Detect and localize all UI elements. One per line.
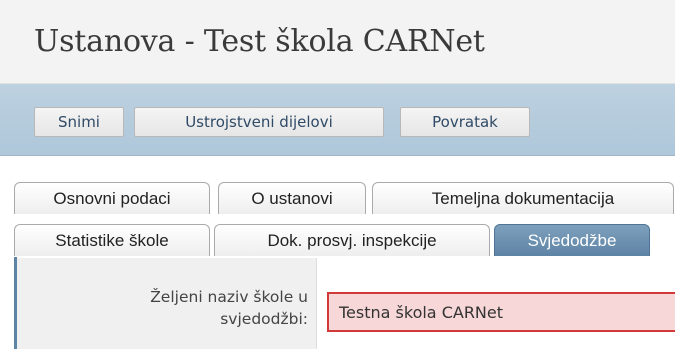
save-button[interactable]: Snimi bbox=[34, 107, 124, 137]
tab-basic-data[interactable]: Osnovni podaci bbox=[14, 182, 210, 214]
school-name-label: Željeni naziv škole u svjedodžbi: bbox=[150, 288, 308, 328]
back-button[interactable]: Povratak bbox=[400, 107, 530, 137]
page-header: Ustanova - Test škola CARNet bbox=[0, 0, 675, 84]
toolbar: Snimi Ustrojstveni dijelovi Povratak bbox=[0, 84, 675, 156]
tab-certificates[interactable]: Svjedodžbe bbox=[494, 224, 650, 256]
tab-inspection-docs[interactable]: Dok. prosvj. inspekcije bbox=[214, 224, 490, 256]
tab-school-statistics[interactable]: Statistike škole bbox=[14, 224, 210, 256]
page-title: Ustanova - Test škola CARNet bbox=[34, 24, 485, 59]
organizational-units-button[interactable]: Ustrojstveni dijelovi bbox=[134, 107, 384, 137]
tab-core-documentation[interactable]: Temeljna dokumentacija bbox=[372, 182, 674, 214]
tab-about-institution[interactable]: O ustanovi bbox=[218, 182, 366, 214]
label-cell: Željeni naziv škole u svjedodžbi: bbox=[17, 258, 317, 349]
school-name-input[interactable] bbox=[327, 292, 675, 332]
